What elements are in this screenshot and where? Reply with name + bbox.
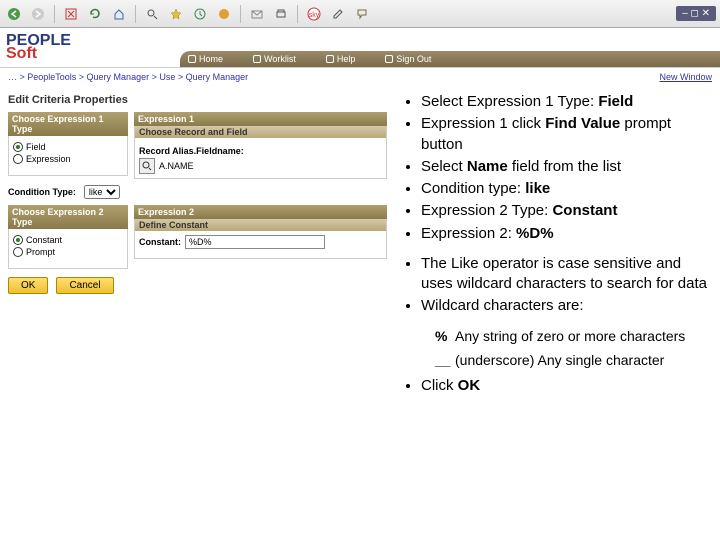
form-panel: Edit Criteria Properties Choose Expressi… xyxy=(0,86,395,413)
instructions-panel: Select Expression 1 Type: Field Expressi… xyxy=(395,86,720,413)
radio-icon xyxy=(13,247,23,257)
breadcrumb-row: … > PeopleTools > Query Manager > Use > … xyxy=(0,68,720,86)
condition-label: Condition Type: xyxy=(8,187,76,197)
nav-home-label: Home xyxy=(199,54,223,64)
svg-text:sky: sky xyxy=(309,12,320,19)
expr1-label: Record Alias.Fieldname: xyxy=(139,146,382,156)
media-icon[interactable] xyxy=(214,4,234,24)
help-nav-icon xyxy=(326,55,334,63)
instruction-item: The Like operator is case sensitive and … xyxy=(421,254,710,295)
mail-icon[interactable] xyxy=(247,4,267,24)
nav-signout-label: Sign Out xyxy=(396,54,431,64)
signout-nav-icon xyxy=(385,55,393,63)
ok-button[interactable]: OK xyxy=(8,277,48,294)
print-icon[interactable] xyxy=(271,4,291,24)
window-controls[interactable]: – ◻ ✕ xyxy=(676,6,716,21)
instruction-item: Wildcard characters are: xyxy=(421,296,710,316)
wildcard-desc: %Any string of zero or more characters xyxy=(399,327,710,346)
expr1-value: A.NAME xyxy=(159,161,194,171)
instruction-item: Select Expression 1 Type: Field xyxy=(421,92,710,112)
home-icon[interactable] xyxy=(109,4,129,24)
refresh-icon[interactable] xyxy=(85,4,105,24)
radio-expression[interactable]: Expression xyxy=(13,154,123,164)
app-icon[interactable]: sky xyxy=(304,4,324,24)
find-value-button[interactable] xyxy=(139,158,155,174)
worklist-nav-icon xyxy=(253,55,261,63)
expr1-head: Expression 1 xyxy=(134,112,387,126)
nav-worklist-label: Worklist xyxy=(264,54,296,64)
expr2-label: Constant: xyxy=(139,237,181,247)
instruction-item: Select Name field from the list xyxy=(421,157,710,177)
favorites-icon[interactable] xyxy=(166,4,186,24)
radio-prompt[interactable]: Prompt xyxy=(13,247,123,257)
instruction-item: Expression 2: %D% xyxy=(421,224,710,244)
expr2-head: Expression 2 xyxy=(134,205,387,219)
cancel-button[interactable]: Cancel xyxy=(56,277,113,294)
radio-prompt-label: Prompt xyxy=(26,247,55,257)
search-icon[interactable] xyxy=(142,4,162,24)
radio-icon xyxy=(13,235,23,245)
peoplesoft-logo: PEOPLE Soft xyxy=(6,35,71,61)
constant-input[interactable] xyxy=(185,235,325,249)
radio-constant[interactable]: Constant xyxy=(13,235,123,245)
edit-icon[interactable] xyxy=(328,4,348,24)
header-nav: Home Worklist Help Sign Out xyxy=(180,51,720,67)
wildcard-desc: __(underscore) Any single character xyxy=(399,351,710,370)
instruction-item: Expression 2 Type: Constant xyxy=(421,201,710,221)
expr1-subhead: Choose Record and Field xyxy=(135,126,386,138)
instruction-item: Expression 1 click Find Value prompt but… xyxy=(421,114,710,155)
nav-help-label: Help xyxy=(337,54,356,64)
condition-type-select[interactable]: like xyxy=(84,185,120,199)
chat-icon[interactable] xyxy=(352,4,372,24)
radio-expr-label: Expression xyxy=(26,154,71,164)
home-nav-icon xyxy=(188,55,196,63)
expr2-type-head: Choose Expression 2 Type xyxy=(8,205,128,229)
radio-field[interactable]: Field xyxy=(13,142,123,152)
nav-home[interactable]: Home xyxy=(188,54,223,64)
nav-worklist[interactable]: Worklist xyxy=(253,54,296,64)
radio-icon xyxy=(13,154,23,164)
radio-icon xyxy=(13,142,23,152)
nav-help[interactable]: Help xyxy=(326,54,356,64)
page-title: Edit Criteria Properties xyxy=(8,94,387,106)
instruction-item: Click OK xyxy=(421,376,710,396)
new-window-link[interactable]: New Window xyxy=(659,72,712,82)
radio-field-label: Field xyxy=(26,142,46,152)
stop-icon[interactable] xyxy=(61,4,81,24)
nav-signout[interactable]: Sign Out xyxy=(385,54,431,64)
instruction-item: Condition type: like xyxy=(421,179,710,199)
expr1-type-head: Choose Expression 1 Type xyxy=(8,112,128,136)
forward-icon[interactable] xyxy=(28,4,48,24)
expr2-subhead: Define Constant xyxy=(135,219,386,231)
breadcrumb[interactable]: … > PeopleTools > Query Manager > Use > … xyxy=(8,72,248,82)
back-icon[interactable] xyxy=(4,4,24,24)
radio-const-label: Constant xyxy=(26,235,62,245)
logo-bottom: Soft xyxy=(6,48,71,61)
app-header: PEOPLE Soft Home Worklist Help Sign Out xyxy=(0,28,720,68)
history-icon[interactable] xyxy=(190,4,210,24)
browser-toolbar: sky – ◻ ✕ xyxy=(0,0,720,28)
